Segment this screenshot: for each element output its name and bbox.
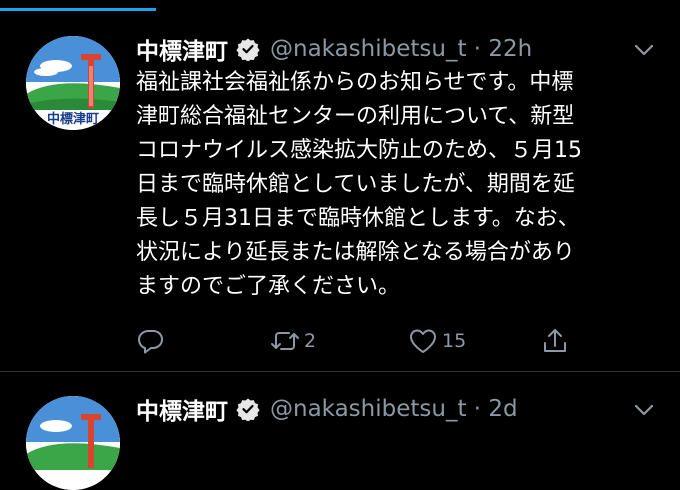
tweet-card[interactable]: 中標津町 中標津町 @nakashibetsu_t · 22h 福祉課社会福祉係… xyxy=(0,14,680,372)
avatar[interactable] xyxy=(26,396,120,490)
like-button[interactable]: 15 xyxy=(408,324,466,358)
loading-progress-bar xyxy=(0,0,680,11)
retweet-icon xyxy=(271,332,299,350)
chevron-down-icon[interactable] xyxy=(630,396,658,424)
chevron-down-icon[interactable] xyxy=(630,36,658,64)
display-name[interactable]: 中標津町 xyxy=(136,32,228,66)
handle-and-time[interactable]: @nakashibetsu_t · 22h xyxy=(270,36,532,62)
tweet-header: 中標津町 @nakashibetsu_t · 22h xyxy=(136,32,532,66)
avatar-caption: 中標津町 xyxy=(46,112,99,127)
heart-icon xyxy=(410,329,436,353)
share-icon xyxy=(544,329,566,352)
handle-and-time[interactable]: @nakashibetsu_t · 2d xyxy=(270,396,518,422)
like-count: 15 xyxy=(442,330,467,352)
tweet-actions: 2 15 xyxy=(136,324,596,360)
tweet-header: 中標津町 @nakashibetsu_t · 2d xyxy=(136,392,518,426)
tweet-card[interactable]: 中標津町 @nakashibetsu_t · 2d xyxy=(0,372,680,490)
reply-icon xyxy=(138,330,163,354)
verified-badge-icon xyxy=(236,37,260,62)
retweet-button[interactable]: 2 xyxy=(270,324,316,358)
verified-badge-icon xyxy=(236,397,260,422)
reply-button[interactable] xyxy=(136,324,166,358)
retweet-count: 2 xyxy=(304,330,317,352)
tweet-text: 福祉課社会福祉係からのお知らせです。中標 津町総合福祉センターの利用について、新… xyxy=(136,70,582,299)
share-button[interactable] xyxy=(540,324,570,358)
display-name[interactable]: 中標津町 xyxy=(136,392,228,426)
avatar[interactable]: 中標津町 xyxy=(26,36,120,130)
avatar-logo xyxy=(26,396,120,490)
loading-progress-fill xyxy=(0,8,157,11)
